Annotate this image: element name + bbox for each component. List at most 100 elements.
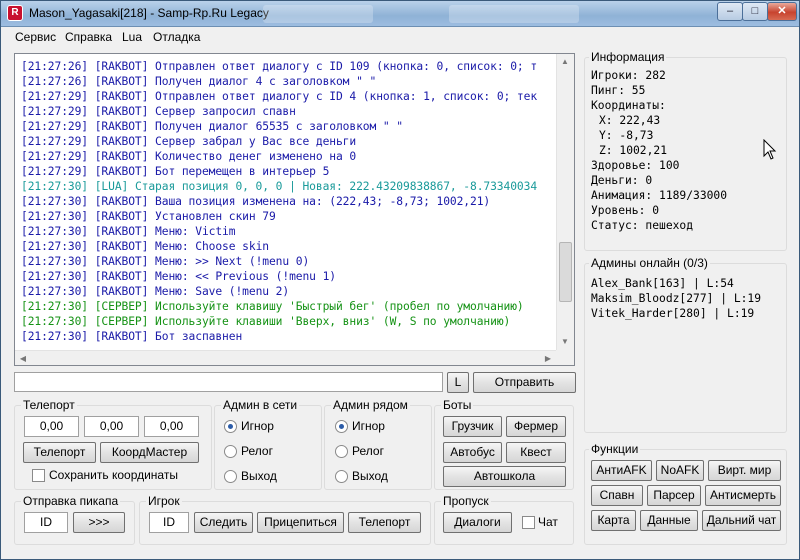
pickup-id-field[interactable]: ID: [24, 512, 68, 533]
log-time: [21:27:30]: [21, 255, 89, 268]
log-line: [21:27:29] [RAKBOT] Сервер забрал у Вас …: [21, 135, 356, 148]
no-afk-button[interactable]: NoAFK: [656, 460, 704, 481]
minimize-button[interactable]: –: [717, 2, 743, 21]
follow-player-button[interactable]: Следить: [194, 512, 253, 533]
log-line: [21:27:29] [RAKBOT] Получен диалог 65535…: [21, 120, 403, 133]
log-line: [21:27:29] [RAKBOT] Количество денег изм…: [21, 150, 356, 163]
close-button[interactable]: ✕: [767, 2, 797, 21]
scroll-corner: [556, 350, 574, 365]
teleport-y-field[interactable]: 0,00: [84, 416, 139, 437]
log-tag: [RAKBOT]: [94, 60, 149, 73]
player-group-title: Игрок: [146, 494, 182, 508]
log-horizontal-scrollbar[interactable]: ◀ ▶: [15, 350, 556, 365]
admin-online-radio-0[interactable]: [224, 420, 237, 433]
log-time: [21:27:29]: [21, 90, 89, 103]
map-button[interactable]: Карта: [591, 510, 636, 531]
quest-bot-button[interactable]: Квест: [506, 442, 566, 463]
farmer-bot-button[interactable]: Фермер: [506, 416, 566, 437]
teleport-x-field[interactable]: 0,00: [24, 416, 79, 437]
log-message: Сервер запросил спавн: [155, 105, 296, 118]
scroll-up-icon[interactable]: ▲: [557, 54, 573, 70]
menu-help[interactable]: Справка: [65, 30, 112, 44]
info-players: Игроки: 282: [591, 69, 666, 82]
log-line: [21:27:30] [RAKBOT] Бот заспавнен: [21, 330, 242, 343]
log-time: [21:27:30]: [21, 180, 89, 193]
log-tag: [RAKBOT]: [94, 150, 149, 163]
log-line: [21:27:29] [RAKBOT] Отправлен ответ диал…: [21, 90, 537, 103]
admin-near-radio-1[interactable]: [335, 445, 348, 458]
admin-near-radio-0[interactable]: [335, 420, 348, 433]
player-id-field[interactable]: ID: [149, 512, 189, 533]
log-time: [21:27:30]: [21, 315, 89, 328]
log-line: [21:27:29] [RAKBOT] Бот перемещен в инте…: [21, 165, 329, 178]
log-tag: [RAKBOT]: [94, 135, 149, 148]
info-coords-label: Координаты:: [591, 99, 666, 112]
scroll-thumb[interactable]: [559, 242, 572, 302]
send-pickup-button[interactable]: >>>: [73, 512, 125, 533]
menu-service[interactable]: Сервис: [15, 30, 56, 44]
driving-school-button[interactable]: Автошкола: [443, 466, 566, 487]
admin-online-radio-2[interactable]: [224, 470, 237, 483]
admins-panel-title: Админы онлайн (0/3): [589, 256, 710, 270]
log-tag: [RAKBOT]: [94, 225, 149, 238]
send-button[interactable]: Отправить: [473, 372, 576, 393]
scroll-down-icon[interactable]: ▼: [557, 334, 573, 350]
admin-online-radio-label: Игнор: [241, 419, 274, 433]
admin-near-radio-label: Выход: [352, 469, 388, 483]
info-z: Z: 1002,21: [599, 144, 668, 157]
skip-dialogs-button[interactable]: Диалоги: [443, 512, 512, 533]
bus-bot-button[interactable]: Автобус: [443, 442, 502, 463]
log-time: [21:27:26]: [21, 60, 89, 73]
menu-bar: Сервис Справка Lua Отладка: [2, 27, 799, 47]
loader-bot-button[interactable]: Грузчик: [443, 416, 502, 437]
log-time: [21:27:29]: [21, 165, 89, 178]
admin-list-item: Maksim_Bloodz[277] | L:19: [591, 292, 762, 305]
admin-online-radio-1[interactable]: [224, 445, 237, 458]
command-input[interactable]: [14, 372, 443, 392]
anti-death-button[interactable]: Антисмерть: [705, 485, 781, 506]
log-message: Отправлен ответ диалогу с ID 4 (кнопка: …: [155, 90, 538, 103]
admin-near-radio-2[interactable]: [335, 470, 348, 483]
teleport-button[interactable]: Телепорт: [23, 442, 96, 463]
coord-master-button[interactable]: КоордМастер: [100, 442, 199, 463]
log-line: [21:27:30] [СЕРВЕР] Используйте клавишу …: [21, 300, 524, 313]
scroll-left-icon[interactable]: ◀: [15, 351, 31, 365]
save-coords-label: Сохранить координаты: [49, 468, 178, 482]
data-button[interactable]: Данные: [640, 510, 698, 531]
attach-player-button[interactable]: Прицепиться: [257, 512, 344, 533]
bots-group-title: Боты: [441, 398, 474, 412]
admin-online-radio-label: Выход: [241, 469, 277, 483]
info-ping: Пинг: 55: [591, 84, 646, 97]
menu-debug[interactable]: Отладка: [153, 30, 200, 44]
log-tag: [СЕРВЕР]: [94, 300, 149, 313]
title-bar[interactable]: R Mason_Yagasaki[218] - Samp-Rp.Ru Legac…: [1, 1, 799, 27]
save-coords-checkbox[interactable]: [32, 469, 45, 482]
far-chat-button[interactable]: Дальний чат: [702, 510, 781, 531]
log-tag: [RAKBOT]: [94, 285, 149, 298]
log-line: [21:27:30] [RAKBOT] Меню: << Previous (!…: [21, 270, 336, 283]
skip-group-title: Пропуск: [441, 494, 491, 508]
log-tag: [RAKBOT]: [94, 120, 149, 133]
menu-lua[interactable]: Lua: [122, 30, 142, 44]
log-message: Старая позиция 0, 0, 0 | Новая: 222.4320…: [134, 180, 538, 193]
info-money: Деньги: 0: [591, 174, 653, 187]
log-tag: [RAKBOT]: [94, 240, 149, 253]
teleport-to-player-button[interactable]: Телепорт: [348, 512, 421, 533]
maximize-button[interactable]: □: [742, 2, 768, 21]
functions-panel-title: Функции: [589, 442, 641, 456]
teleport-z-field[interactable]: 0,00: [144, 416, 199, 437]
log-message: Меню: Save (!menu 2): [155, 285, 290, 298]
anti-afk-button[interactable]: АнтиAFK: [591, 460, 652, 481]
log-vertical-scrollbar[interactable]: ▲ ▼: [556, 54, 574, 351]
log-line: [21:27:30] [RAKBOT] Меню: Save (!menu 2): [21, 285, 289, 298]
parser-button[interactable]: Парсер: [647, 485, 701, 506]
scroll-right-icon[interactable]: ▶: [540, 351, 556, 365]
spawn-button[interactable]: Спавн: [591, 485, 643, 506]
virtual-world-button[interactable]: Вирт. мир: [708, 460, 781, 481]
l-button[interactable]: L: [447, 372, 469, 393]
skip-chat-checkbox[interactable]: [522, 516, 535, 529]
admin-list-item: Vitek_Harder[280] | L:19: [591, 307, 755, 320]
admin-near-radio-label: Игнор: [352, 419, 385, 433]
log-output[interactable]: [21:27:26] [RAKBOT] Отправлен ответ диал…: [14, 53, 575, 366]
info-animation: Анимация: 1189/33000: [591, 189, 728, 202]
